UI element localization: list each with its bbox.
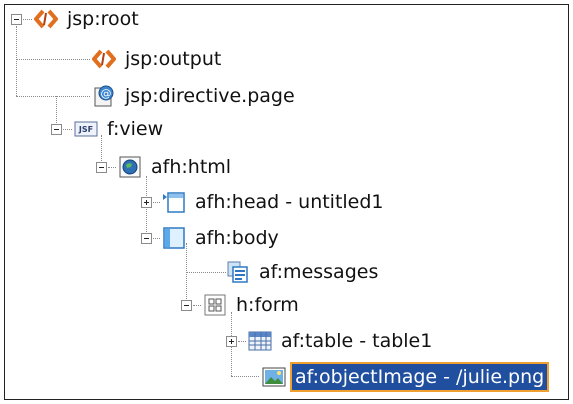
collapse-toggle[interactable] (11, 14, 22, 25)
svg-text:@: @ (101, 87, 112, 100)
tree-connector (231, 376, 259, 377)
tree-node-jsp-directive-page[interactable]: @ jsp:directive.page (92, 80, 298, 112)
tree-node-af-messages[interactable]: af:messages (226, 256, 381, 288)
tree-node-af-objectimage[interactable]: af:objectImage - /julie.png (262, 361, 550, 393)
collapse-toggle[interactable] (181, 300, 192, 311)
tree-connector (16, 59, 90, 60)
body-icon (162, 226, 186, 250)
tree-connector (193, 305, 201, 306)
jsf-icon: JSF (74, 117, 98, 141)
collapse-toggle[interactable] (141, 233, 152, 244)
xml-tag-icon (33, 7, 59, 31)
tree-connector (63, 129, 72, 130)
xml-tag-icon (91, 47, 117, 71)
expand-toggle[interactable] (226, 336, 237, 347)
tree-node-label: afh:body (195, 227, 279, 249)
tree-node-label: jsp:directive.page (125, 85, 295, 107)
messages-icon (226, 260, 250, 284)
tree-node-label: af:messages (259, 261, 379, 283)
tree-node-afh-html[interactable]: afh:html (118, 151, 234, 183)
image-icon (262, 365, 286, 389)
tree-node-label: af:table - table1 (281, 330, 433, 352)
tree-connector (186, 272, 226, 273)
structure-tree: jsp:root jsp:output @ jsp:directive.page… (0, 0, 573, 404)
tree-connector (16, 96, 90, 97)
tree-node-jsp-output[interactable]: jsp:output (91, 43, 224, 75)
tree-node-label: af:objectImage - /julie.png (289, 362, 550, 392)
head-icon (162, 190, 186, 214)
tree-connector (23, 19, 32, 20)
svg-text:JSF: JSF (78, 125, 93, 134)
tree-node-label: afh:head - untitled1 (195, 191, 384, 213)
tree-node-af-table[interactable]: af:table - table1 (248, 325, 435, 357)
tree-connector (153, 202, 160, 203)
directive-icon: @ (92, 84, 116, 108)
globe-icon (118, 155, 142, 179)
tree-node-jsp-root[interactable]: jsp:root (33, 3, 142, 35)
collapse-toggle[interactable] (51, 124, 62, 135)
tree-node-label: afh:html (151, 156, 232, 178)
tree-node-label: f:view (107, 118, 164, 140)
expand-toggle[interactable] (141, 197, 152, 208)
collapse-toggle[interactable] (96, 162, 107, 173)
tree-node-h-form[interactable]: h:form (203, 289, 302, 321)
tree-connector (153, 238, 160, 239)
table-icon (248, 329, 272, 353)
tree-node-afh-head[interactable]: afh:head - untitled1 (162, 186, 387, 218)
form-icon (203, 293, 227, 317)
tree-connector (16, 26, 17, 96)
tree-connector (108, 167, 116, 168)
tree-node-f-view[interactable]: JSF f:view (74, 113, 166, 145)
tree-connector (238, 341, 246, 342)
tree-node-label: h:form (236, 294, 299, 316)
tree-node-label: jsp:output (125, 48, 222, 70)
tree-node-label: jsp:root (67, 8, 139, 30)
tree-node-afh-body[interactable]: afh:body (162, 222, 282, 254)
